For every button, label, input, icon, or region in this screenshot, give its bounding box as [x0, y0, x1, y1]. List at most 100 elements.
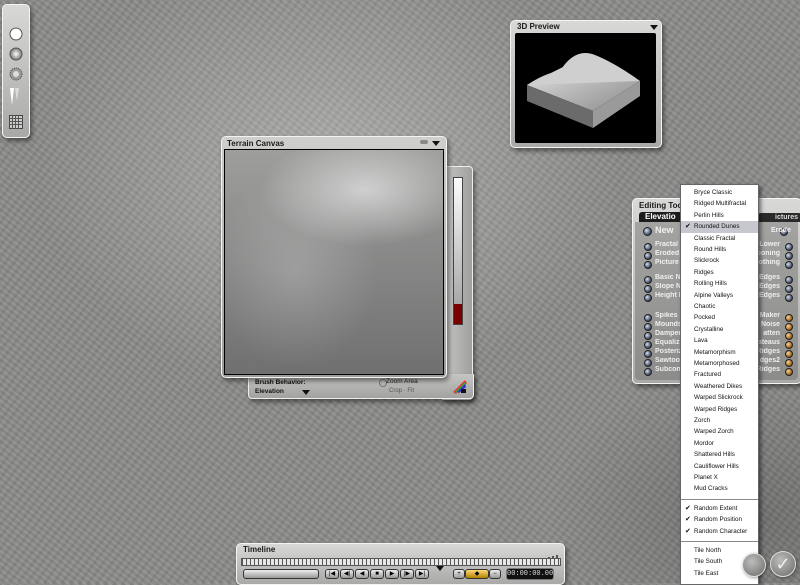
tab-pictures[interactable]: ictures	[758, 213, 800, 222]
right-tool-dot[interactable]	[785, 243, 793, 251]
right-tool-dot[interactable]	[785, 294, 793, 302]
grid-icon[interactable]	[9, 115, 23, 129]
right-tool-label[interactable]: atten	[763, 330, 780, 337]
menu-item[interactable]: Slickrock	[681, 255, 758, 266]
menu-option[interactable]: ✔ Random Extent	[681, 503, 758, 514]
left-tool-dot[interactable]	[644, 368, 652, 376]
menu-item[interactable]: Planet X	[681, 472, 758, 483]
new-button-icon[interactable]	[643, 227, 652, 236]
menu-item[interactable]: Lava	[681, 335, 758, 346]
menu-item[interactable]: Warped Zorch	[681, 426, 758, 437]
menu-item[interactable]: Cauliflower Hills	[681, 461, 758, 472]
right-tool-dot[interactable]	[785, 285, 793, 293]
left-tool-label[interactable]: Eroded	[655, 250, 679, 257]
menu-item[interactable]: Metamorphism	[681, 347, 758, 358]
sphere-brush-icon[interactable]	[9, 27, 23, 41]
menu-item[interactable]: Warped Slickrock	[681, 392, 758, 403]
right-tool-dot[interactable]	[785, 341, 793, 349]
preview-viewport[interactable]	[515, 33, 656, 143]
transport-button[interactable]: ■	[370, 569, 384, 579]
menu-item[interactable]: Fractured	[681, 369, 758, 380]
left-tool-dot[interactable]	[644, 314, 652, 322]
menu-item[interactable]: Chaotic	[681, 301, 758, 312]
left-tool-dot[interactable]	[644, 294, 652, 302]
left-tool-dot[interactable]	[644, 332, 652, 340]
left-tool-label[interactable]: Sawtoot	[655, 357, 682, 364]
right-tool-dot[interactable]	[785, 332, 793, 340]
brush-behavior-chevron-icon[interactable]	[302, 390, 310, 395]
left-tool-dot[interactable]	[644, 261, 652, 269]
menu-item[interactable]: Warped Ridges	[681, 404, 758, 415]
terrain-canvas-menu-chevron-icon[interactable]	[432, 141, 440, 146]
timeline-scrubber[interactable]	[241, 558, 561, 566]
soft-brush-icon[interactable]	[9, 47, 23, 61]
menu-item[interactable]: Alpine Valleys	[681, 290, 758, 301]
new-button[interactable]: New	[655, 225, 674, 235]
left-tool-dot[interactable]	[644, 276, 652, 284]
menu-item[interactable]: Mordor	[681, 438, 758, 449]
keyframe-chevron-icon[interactable]	[436, 566, 444, 571]
menu-item[interactable]: Rolling Hills	[681, 278, 758, 289]
right-tool-label[interactable]: Ridges	[757, 366, 780, 373]
menu-item[interactable]: Metamorphosed	[681, 358, 758, 369]
brush-behavior-select[interactable]: Elevation	[255, 388, 284, 395]
left-tool-dot[interactable]	[644, 350, 652, 358]
left-tool-label[interactable]: Mounds	[655, 321, 682, 328]
menu-item[interactable]: Weathered Dikes	[681, 381, 758, 392]
gradient-brush-icon[interactable]	[9, 87, 23, 107]
right-tool-label[interactable]: Edges	[759, 274, 780, 281]
add-key-button[interactable]: +	[453, 569, 465, 579]
left-tool-label[interactable]: Fractal	[655, 241, 678, 248]
left-tool-dot[interactable]	[644, 341, 652, 349]
preview-menu-chevron-icon[interactable]	[650, 25, 658, 30]
right-tool-label[interactable]: /Lower	[757, 241, 780, 248]
left-tool-dot[interactable]	[644, 323, 652, 331]
crop-fit-label[interactable]: Crop · Fit	[389, 388, 414, 394]
menu-option[interactable]: ✔ Random Position	[681, 514, 758, 525]
remove-key-button[interactable]: −	[489, 569, 501, 579]
canvas-mini-toggle-icon[interactable]	[420, 140, 428, 144]
speckle-brush-icon[interactable]	[9, 67, 23, 81]
erode-button[interactable]: Erode	[771, 227, 791, 234]
left-tool-label[interactable]: Equaliz	[655, 339, 680, 346]
menu-item[interactable]: Round Hills	[681, 244, 758, 255]
right-tool-dot[interactable]	[785, 350, 793, 358]
right-tool-label[interactable]: Maker	[760, 312, 780, 319]
right-tool-label[interactable]: Ridges	[757, 348, 780, 355]
zoom-area-label[interactable]: Zoom Area	[386, 378, 418, 385]
transport-button[interactable]: |▶	[400, 569, 414, 579]
right-tool-dot[interactable]	[785, 323, 793, 331]
left-tool-label[interactable]: Dampen	[655, 330, 683, 337]
left-tool-label[interactable]: Spikes	[655, 312, 678, 319]
cancel-button[interactable]	[742, 553, 766, 577]
menu-item[interactable]: Crystalline	[681, 324, 758, 335]
right-tool-dot[interactable]	[785, 261, 793, 269]
menu-option[interactable]: ✔ Random Character	[681, 526, 758, 537]
menu-item[interactable]: Ridges	[681, 267, 758, 278]
menu-item[interactable]: Classic Fractal	[681, 233, 758, 244]
left-tool-dot[interactable]	[644, 243, 652, 251]
left-tool-label[interactable]: Basic N	[655, 274, 681, 281]
right-tool-label[interactable]: dges2	[760, 357, 780, 364]
brush-intensity-slider[interactable]	[453, 177, 463, 325]
right-tool-label[interactable]: ateaus	[758, 339, 780, 346]
right-tool-label[interactable]: Noise	[761, 321, 780, 328]
right-tool-dot[interactable]	[785, 359, 793, 367]
terrain-heightmap-canvas[interactable]	[224, 149, 444, 375]
left-tool-dot[interactable]	[644, 359, 652, 367]
color-palette-icon[interactable]	[451, 378, 467, 399]
right-tool-label[interactable]: othing	[759, 259, 780, 266]
transport-button[interactable]: ◀|	[340, 569, 354, 579]
menu-item[interactable]: Perlin Hills	[681, 210, 758, 221]
menu-item[interactable]: Ridged Multifractal	[681, 198, 758, 209]
left-tool-label[interactable]: Posteriz	[655, 348, 682, 355]
menu-item[interactable]: Mud Cracks	[681, 483, 758, 494]
menu-item[interactable]: Bryce Classic	[681, 187, 758, 198]
menu-item[interactable]: Zorch	[681, 415, 758, 426]
right-tool-label[interactable]: poning	[757, 250, 780, 257]
menu-item[interactable]: Shattered Hills	[681, 449, 758, 460]
keyframe-button[interactable]: ◆	[465, 569, 489, 579]
right-tool-label[interactable]: Edges	[759, 283, 780, 290]
left-tool-label[interactable]: Slope N	[655, 283, 681, 290]
right-tool-dot[interactable]	[785, 276, 793, 284]
